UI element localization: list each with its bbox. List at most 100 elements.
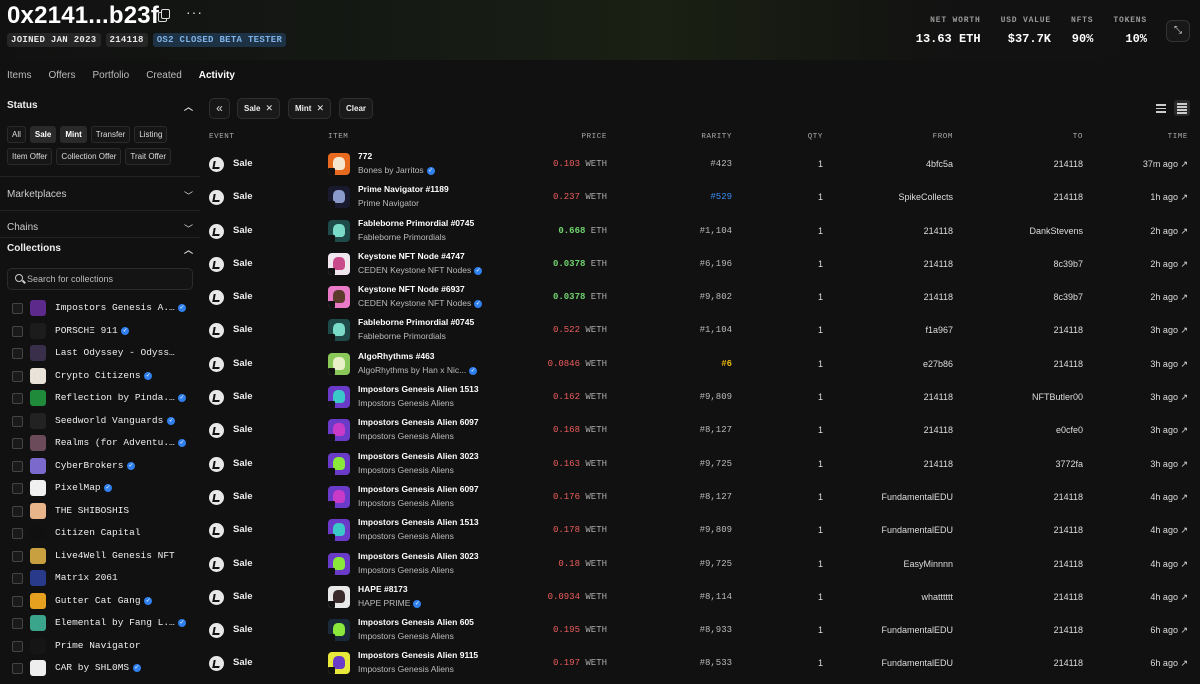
item-name[interactable]: Keystone NFT Node #6937 <box>358 284 465 294</box>
event-time[interactable]: 2h ago ↗ <box>1150 226 1188 237</box>
collection-item[interactable]: PixelMap ✓ <box>0 477 200 500</box>
table-row[interactable]: Sale Impostors Genesis Alien 6097 Impostor… <box>200 414 1200 447</box>
from-address[interactable]: 214118 <box>924 459 953 469</box>
status-section-header[interactable]: Status ︿ <box>7 100 193 116</box>
item-collection[interactable]: Impostors Genesis Aliens <box>358 631 454 641</box>
tab-portfolio[interactable]: Portfolio <box>93 70 130 81</box>
item-name[interactable]: Impostors Genesis Alien 3023 <box>358 451 479 461</box>
item-name[interactable]: Fableborne Primordial #0745 <box>358 317 474 327</box>
collection-item[interactable]: CyberBrokers ✓ <box>0 455 200 478</box>
chip-sale[interactable]: Sale <box>29 126 57 143</box>
item-name[interactable]: Impostors Genesis Alien 6097 <box>358 417 479 427</box>
item-collection[interactable]: Fableborne Primordials <box>358 331 446 341</box>
item-name[interactable]: Keystone NFT Node #4747 <box>358 251 465 261</box>
item-collection[interactable]: Impostors Genesis Aliens <box>358 431 454 441</box>
to-address[interactable]: 214118 <box>1054 559 1083 569</box>
collection-checkbox[interactable] <box>12 505 23 517</box>
table-row[interactable]: Sale Impostors Genesis Alien 9115 Impostor… <box>200 647 1200 680</box>
tab-offers[interactable]: Offers <box>48 70 75 81</box>
item-thumbnail[interactable] <box>328 286 350 309</box>
item-collection[interactable]: CEDEN Keystone NFT Nodes ✓ <box>358 265 483 275</box>
to-address[interactable]: 8c39b7 <box>1053 259 1083 269</box>
item-collection[interactable]: Prime Navigator <box>358 198 419 208</box>
item-thumbnail[interactable] <box>328 386 350 409</box>
table-row[interactable]: Sale Impostors Genesis Alien 6097 Impostor… <box>200 481 1200 514</box>
event-time[interactable]: 4h ago ↗ <box>1150 525 1188 536</box>
event-time[interactable]: 3h ago ↗ <box>1150 392 1188 403</box>
from-address[interactable]: FundamentalEDU <box>881 658 953 668</box>
more-icon[interactable]: ··· <box>186 4 203 20</box>
from-address[interactable]: whatttttt <box>921 592 953 602</box>
table-row[interactable]: Sale Impostors Genesis Alien 3023 Impostor… <box>200 448 1200 481</box>
table-row[interactable]: Sale HAPE #8173 HAPE PRIME ✓ 0.0934 WETH #8,1… <box>200 581 1200 614</box>
collection-checkbox[interactable] <box>12 438 23 449</box>
collection-item[interactable]: Realms (for Adventu... ✓ <box>0 432 200 455</box>
item-thumbnail[interactable] <box>328 552 350 575</box>
collection-checkbox[interactable] <box>12 483 23 494</box>
chip-collection-offer[interactable]: Collection Offer <box>56 148 122 165</box>
active-filter-sale[interactable]: Sale ✕ <box>237 98 281 119</box>
event-time[interactable]: 3h ago ↗ <box>1150 359 1188 370</box>
event-time[interactable]: 6h ago ↗ <box>1150 625 1188 636</box>
collection-checkbox[interactable] <box>12 663 23 674</box>
item-thumbnail[interactable] <box>328 419 350 442</box>
item-thumbnail[interactable] <box>328 585 350 608</box>
item-collection[interactable]: Impostors Genesis Aliens <box>358 498 454 508</box>
tab-created[interactable]: Created <box>146 70 182 81</box>
table-row[interactable]: Sale Impostors Genesis Alien 3023 Impostor… <box>200 548 1200 581</box>
copy-icon[interactable] <box>158 9 172 23</box>
item-thumbnail[interactable] <box>328 186 350 209</box>
collection-checkbox[interactable] <box>12 550 23 562</box>
to-address[interactable]: 214118 <box>1054 359 1083 369</box>
event-time[interactable]: 1h ago ↗ <box>1150 192 1188 203</box>
event-time[interactable]: 2h ago ↗ <box>1150 259 1188 270</box>
item-name[interactable]: Impostors Genesis Alien 9115 <box>358 650 478 660</box>
item-thumbnail[interactable] <box>328 219 350 242</box>
collection-search[interactable] <box>7 268 193 290</box>
table-row[interactable]: Sale Keystone NFT Node #4747 CEDEN Keyston… <box>200 248 1200 281</box>
table-row[interactable]: Sale 772 Bones by Jarritos ✓ 0.103 WETH #423 1… <box>200 148 1200 181</box>
to-address[interactable]: 214118 <box>1054 192 1083 202</box>
table-row[interactable]: Sale AlgoRhythms #463 AlgoRhythms by Han x… <box>200 348 1200 381</box>
item-collection[interactable]: Impostors Genesis Aliens <box>358 465 454 475</box>
chains-section-header[interactable]: Chains ﹀ <box>7 222 193 238</box>
from-address[interactable]: 214118 <box>924 292 953 302</box>
active-filter-mint[interactable]: Mint ✕ <box>288 98 331 119</box>
from-address[interactable]: FundamentalEDU <box>881 625 953 635</box>
collection-checkbox[interactable] <box>12 393 23 404</box>
item-thumbnail[interactable] <box>328 519 350 542</box>
item-thumbnail[interactable] <box>328 619 350 642</box>
collection-item[interactable]: Gutter Cat Gang ✓ <box>0 590 200 613</box>
collection-item[interactable]: Prime Navigator <box>0 635 200 658</box>
collection-item[interactable]: Live4Well Genesis NFT <box>0 545 200 568</box>
from-address[interactable]: e27b86 <box>923 359 953 369</box>
from-address[interactable]: FundamentalEDU <box>881 525 953 535</box>
marketplaces-section-header[interactable]: Marketplaces ﹀ <box>7 189 193 205</box>
collection-item[interactable]: Impostors Genesis A... ✓ <box>0 297 200 320</box>
event-time[interactable]: 4h ago ↗ <box>1150 559 1188 570</box>
collection-checkbox[interactable] <box>12 370 23 382</box>
item-name[interactable]: 772 <box>358 151 372 161</box>
chip-mint[interactable]: Mint <box>60 126 87 143</box>
item-name[interactable]: Impostors Genesis Alien 1513 <box>358 384 479 394</box>
collection-checkbox[interactable] <box>12 595 23 607</box>
from-address[interactable]: f1a967 <box>925 325 953 335</box>
chip-trait-offer[interactable]: Trait Offer <box>125 148 171 165</box>
item-collection[interactable]: Bones by Jarritos ✓ <box>358 165 435 175</box>
expand-icon[interactable]: ⤡ <box>1166 20 1190 42</box>
to-address[interactable]: 214118 <box>1054 658 1083 668</box>
item-name[interactable]: Fableborne Primordial #0745 <box>358 218 474 228</box>
item-name[interactable]: Impostors Genesis Alien 605 <box>358 617 474 627</box>
to-address[interactable]: 3772fa <box>1055 459 1083 469</box>
item-thumbnail[interactable] <box>328 352 350 375</box>
collection-item[interactable]: Citizen Capital <box>0 522 200 545</box>
collection-checkbox[interactable] <box>12 348 23 359</box>
collection-checkbox[interactable] <box>12 573 23 584</box>
collection-checkbox[interactable] <box>12 640 23 652</box>
event-time[interactable]: 2h ago ↗ <box>1150 292 1188 303</box>
item-name[interactable]: HAPE #8173 <box>358 584 408 594</box>
table-row[interactable]: Sale Fableborne Primordial #0745 Fableborn… <box>200 215 1200 248</box>
collection-checkbox[interactable] <box>12 415 23 427</box>
table-row[interactable]: Sale Impostors Genesis Alien 1513 Impostor… <box>200 514 1200 547</box>
from-address[interactable]: FundamentalEDU <box>881 492 953 502</box>
